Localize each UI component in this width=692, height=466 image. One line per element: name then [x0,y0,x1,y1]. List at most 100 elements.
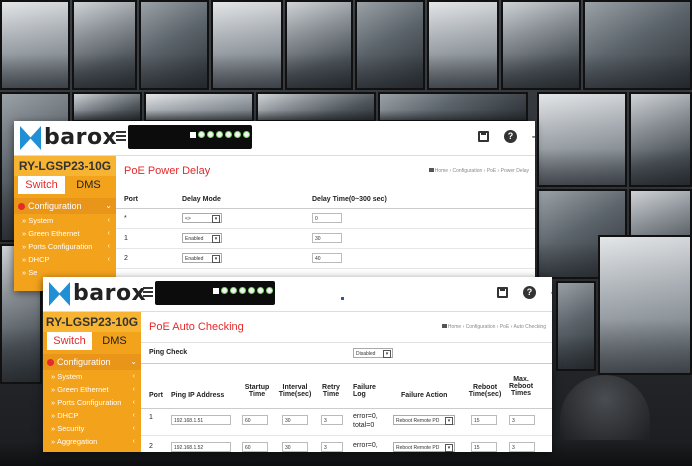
chevron-left-icon: ‹ [132,412,135,419]
table-row: 2 Enabled ▾ 40 [116,249,535,269]
poe-power-delay-window: barox ? ⇥ RY-LGSP23-10G Switch DMS Confi… [14,121,535,291]
sidebar-item-dhcp[interactable]: » DHCP ‹ [14,253,116,266]
startup-time-input[interactable]: 60 [242,442,268,452]
table-header: Port Ping IP Address Startup Time Interva… [141,370,552,409]
sidebar-item-green-ethernet[interactable]: » Green Ethernet ‹ [43,383,141,396]
menu-toggle-icon[interactable] [116,131,126,143]
dropdown-arrow-icon: ▾ [445,417,453,425]
logo-text: barox [44,125,118,150]
delay-time-input[interactable]: 0 [312,213,342,223]
ping-check-label: Ping Check [149,349,188,356]
poe-auto-checking-window: barox ? ⇥ RY-LGSP23-10G Switch DMS Confi… [43,277,552,452]
input-value: 3 [324,418,327,424]
log-line: error=0, [353,413,378,420]
reboot-time-input[interactable]: 15 [471,415,497,425]
port-cell: 2 [149,443,153,450]
sidebar-item-label: » Se [22,268,38,277]
select-value: <> [185,216,191,222]
sidebar-configuration[interactable]: Configuration ⌄ [43,354,141,370]
logout-icon[interactable]: ⇥ [549,286,552,300]
breadcrumb-home[interactable]: Home [435,168,448,174]
breadcrumb-poe[interactable]: PoE [500,324,509,330]
select-value: Enabled [185,236,204,242]
camera-monitor [629,92,692,187]
camera-monitor [598,235,692,375]
sidebar-item-dhcp[interactable]: » DHCP ‹ [43,409,141,422]
column-header-failure-log: Failure Log [353,384,381,398]
failure-log-cell: error=0, total=0 [353,412,378,430]
log-line: total=0 [353,422,375,429]
sidebar-item-label: » Green Ethernet [22,229,80,238]
help-icon[interactable]: ? [523,286,537,300]
logout-icon[interactable]: ⇥ [530,130,535,144]
camera-monitor [72,92,142,122]
column-header-port: Port [124,196,138,203]
delay-time-input[interactable]: 40 [312,253,342,263]
max-reboot-times-input[interactable]: 3 [509,415,535,425]
cursor-mark [341,297,344,300]
reboot-time-input[interactable]: 15 [471,442,497,452]
ping-ip-input[interactable]: 192.168.1.52 [171,442,231,452]
sidebar-item-label: » Ports Configuration [51,398,122,407]
ping-check-select[interactable]: Disabled ▾ [353,348,393,358]
breadcrumb-current: Power Delay [500,168,529,174]
breadcrumb-home[interactable]: Home [448,324,461,330]
interval-time-input[interactable]: 30 [282,442,308,452]
sidebar-item-security[interactable]: » Security ‹ [43,422,141,435]
sidebar-item-green-ethernet[interactable]: » Green Ethernet ‹ [14,227,116,240]
header-line: Interval [282,384,308,391]
sidebar-item-ports-configuration[interactable]: » Ports Configuration ‹ [14,240,116,253]
tab-switch[interactable]: Switch [47,332,92,350]
delay-mode-select[interactable]: <> ▾ [182,213,222,223]
header-line: Time [322,391,340,398]
port-cell: 1 [149,414,153,421]
barox-logo: barox [20,125,117,151]
retry-time-input[interactable]: 3 [321,442,343,452]
ping-ip-input[interactable]: 192.168.1.51 [171,415,231,425]
chevron-down-icon: ⌄ [105,201,112,210]
menu-toggle-icon[interactable] [143,287,153,299]
input-value: 60 [245,445,251,451]
sidebar-item-label: » Green Ethernet [51,385,109,394]
breadcrumb-poe[interactable]: PoE [487,168,496,174]
tab-switch[interactable]: Switch [18,176,65,194]
delay-time-input[interactable]: 30 [312,233,342,243]
header-line: Time [248,391,266,398]
camera-monitor [144,92,254,122]
sidebar-item-system[interactable]: » System ‹ [43,370,141,383]
max-reboot-times-input[interactable]: 3 [509,442,535,452]
delay-mode-select[interactable]: Enabled ▾ [182,233,222,243]
sidebar-item-aggregation[interactable]: » Aggregation ‹ [43,435,141,448]
column-header-delay-mode: Delay Mode [182,196,221,203]
barox-x-icon [49,282,71,306]
breadcrumb-configuration[interactable]: Configuration [453,168,483,174]
tab-dms[interactable]: DMS [92,332,137,350]
startup-time-input[interactable]: 60 [242,415,268,425]
input-value: 192.168.1.51 [174,418,204,424]
delay-mode-select[interactable]: Enabled ▾ [182,253,222,263]
chevron-left-icon: ‹ [132,399,135,406]
breadcrumb-configuration[interactable]: Configuration [466,324,496,330]
retry-time-input[interactable]: 3 [321,415,343,425]
sidebar-item-system[interactable]: » System ‹ [14,214,116,227]
failure-action-select[interactable]: Reboot Remote PD ▾ [393,415,455,425]
input-value: 15 [474,445,480,451]
sidebar-item-ports-configuration[interactable]: » Ports Configuration ‹ [43,396,141,409]
sidebar-configuration[interactable]: Configuration ⌄ [14,198,116,214]
tab-dms[interactable]: DMS [65,176,112,194]
save-icon[interactable] [478,130,492,144]
failure-action-select[interactable]: Reboot Remote PD ▾ [393,442,455,452]
camera-monitor [139,0,209,90]
save-icon[interactable] [497,286,511,300]
interval-time-input[interactable]: 30 [282,415,308,425]
ping-check-row: Ping Check Disabled ▾ [141,342,552,364]
help-icon[interactable]: ? [504,130,518,144]
breadcrumb-current: Auto Checking [513,324,546,330]
column-header-failure-action: Failure Action [401,392,448,399]
table-row: 1 192.168.1.51 60 30 3 error=0, total=0 R… [141,409,552,436]
table-row: 1 Enabled ▾ 30 [116,229,535,249]
chevron-left-icon: ‹ [132,373,135,380]
header-line: Times [510,390,532,397]
header-line: Log [353,391,366,398]
camera-monitor [378,92,528,122]
